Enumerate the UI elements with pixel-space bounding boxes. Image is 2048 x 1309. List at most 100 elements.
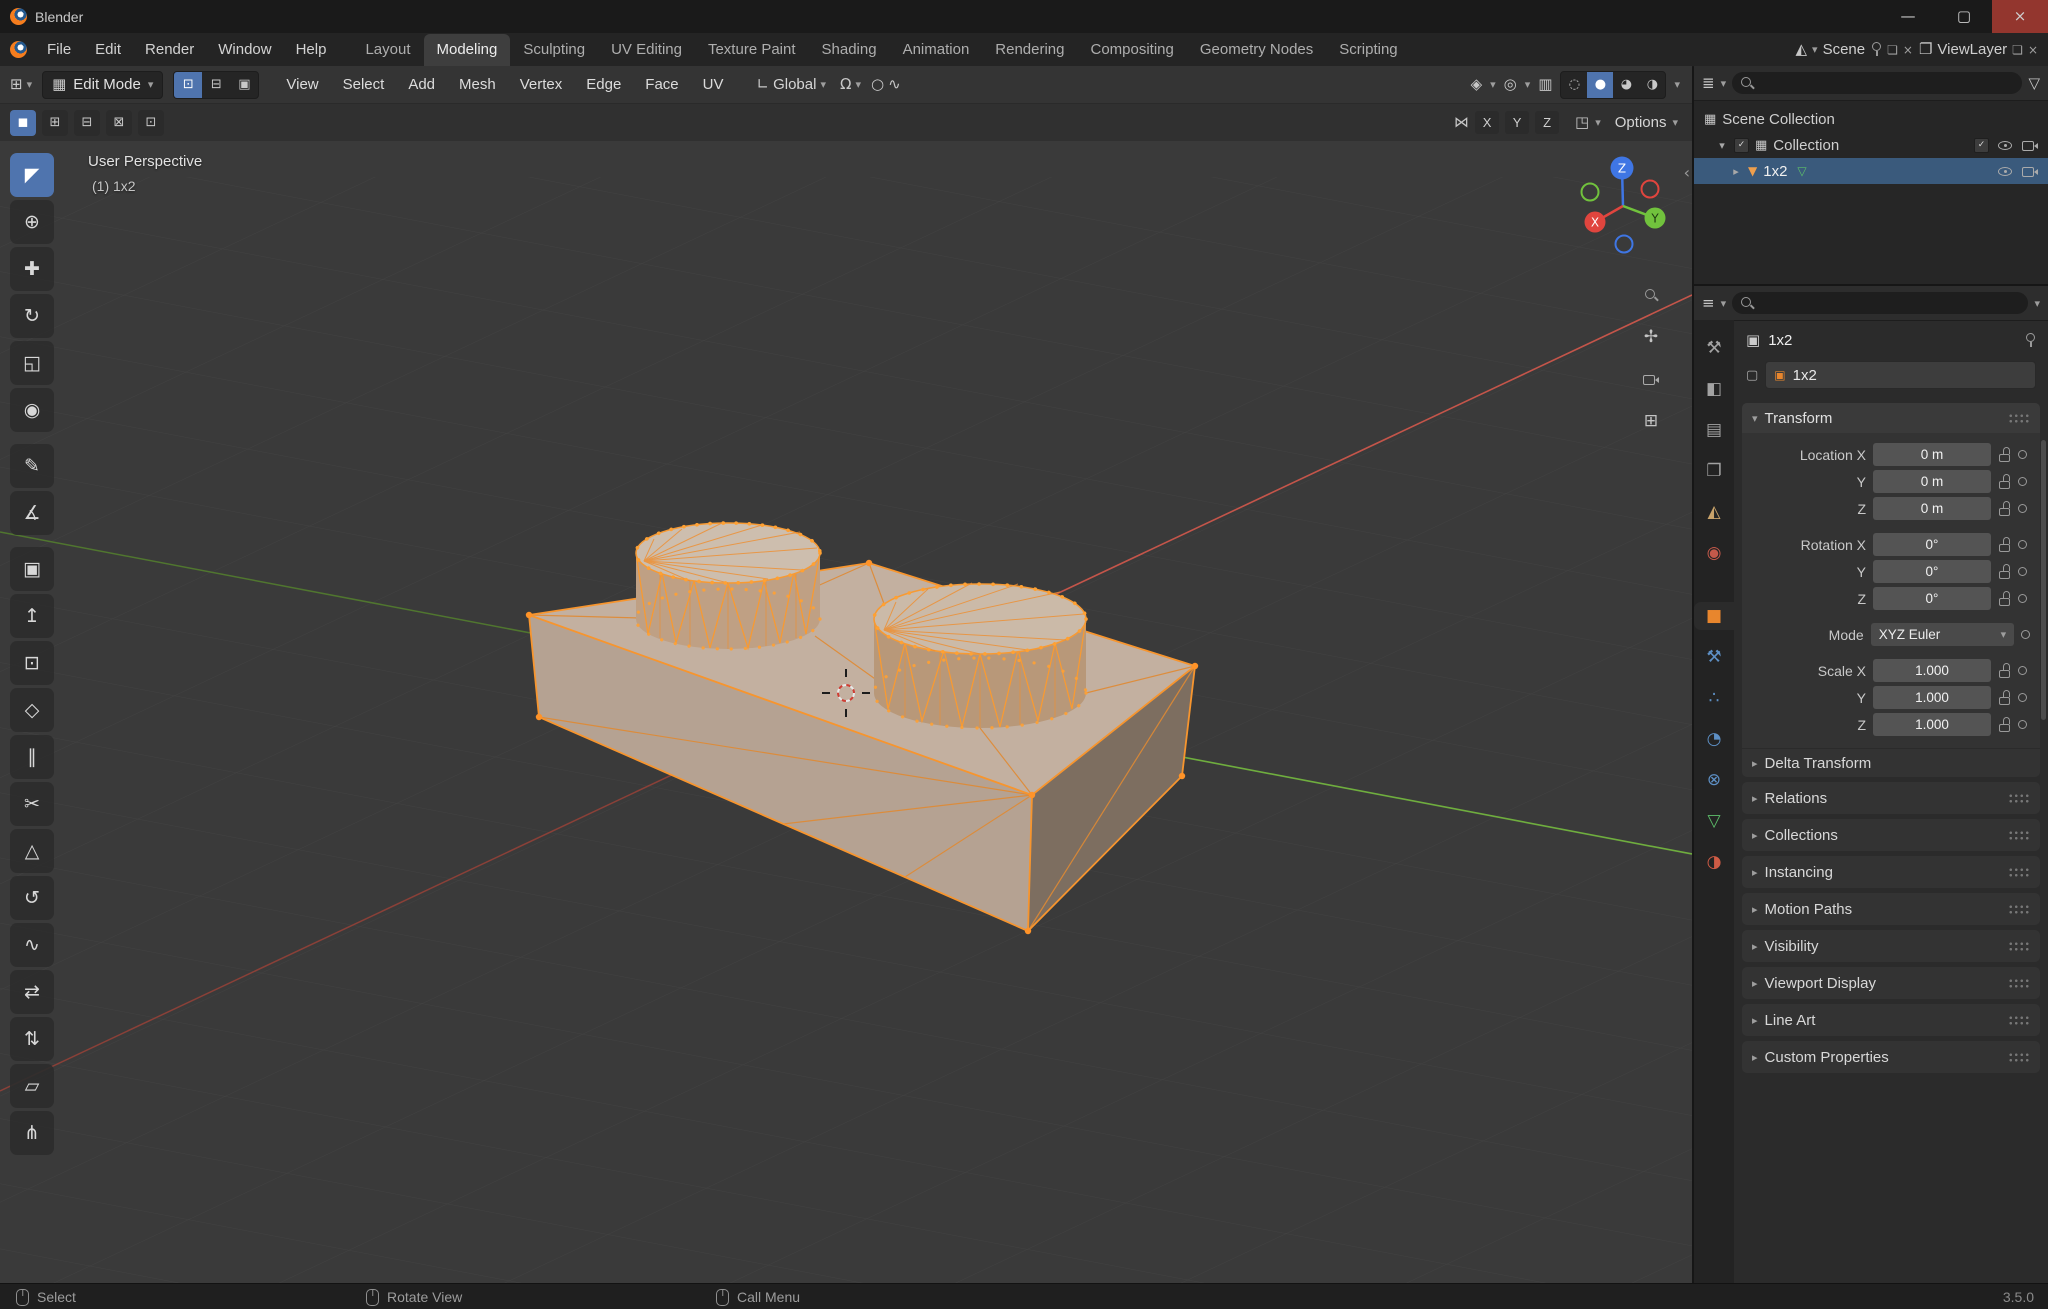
workspace-tab[interactable]: Sculpting [510, 34, 598, 66]
rip-region-tool[interactable]: ⋔ [10, 1111, 54, 1155]
value-field[interactable]: 0° [1873, 587, 1991, 610]
outliner-row-scene-collection[interactable]: ▦ Scene Collection [1694, 106, 2048, 132]
edge-select-mode-button[interactable]: ⊟ [202, 72, 230, 98]
lock-icon[interactable] [1998, 591, 2011, 606]
world-tab[interactable]: ◉ [1694, 539, 1734, 567]
animate-dot-icon[interactable] [2018, 450, 2027, 459]
drag-grip-icon[interactable] [2008, 413, 2030, 424]
select-invert-button[interactable]: ⊠ [106, 110, 132, 136]
scale-tool[interactable]: ◱ [10, 341, 54, 385]
select-box-tool[interactable]: ◤ [10, 153, 54, 197]
animate-dot-icon[interactable] [2018, 720, 2027, 729]
pan-button[interactable]: ✢ [1634, 320, 1668, 354]
section-custom-properties[interactable]: ▸ Custom Properties [1742, 1041, 2040, 1073]
workspace-tab[interactable]: Scripting [1326, 34, 1410, 66]
view-layer-tab[interactable]: ❐ [1694, 457, 1734, 485]
unlink-scene-icon[interactable]: × [1903, 44, 1913, 56]
eye-icon[interactable] [1998, 164, 2013, 179]
ortho-toggle-button[interactable]: ⊞ [1634, 404, 1668, 438]
tool-tab[interactable]: ⚒ [1694, 334, 1734, 362]
workspace-tab[interactable]: Modeling [424, 34, 511, 66]
section-visibility[interactable]: ▸ Visibility [1742, 930, 2040, 962]
viewport-menu-item[interactable]: View [275, 67, 329, 103]
scene-tab[interactable]: ◭ [1694, 498, 1734, 526]
section-motion-paths[interactable]: ▸ Motion Paths [1742, 893, 2040, 925]
lock-icon[interactable] [1998, 537, 2011, 552]
drag-grip-icon[interactable] [2008, 904, 2030, 915]
drag-grip-icon[interactable] [2008, 793, 2030, 804]
menubar-item[interactable]: Window [206, 33, 283, 66]
value-field[interactable]: 0 m [1873, 470, 1991, 493]
transform-tool[interactable]: ◉ [10, 388, 54, 432]
bevel-tool[interactable]: ◇ [10, 688, 54, 732]
disclosure-icon[interactable]: ▾ [1716, 140, 1728, 151]
menubar-item[interactable]: Edit [83, 33, 133, 66]
rendered-shading-button[interactable]: ◑ [1639, 72, 1665, 98]
select-intersect-button[interactable]: ⊡ [138, 110, 164, 136]
viewport-menu-item[interactable]: Edge [575, 67, 632, 103]
value-field[interactable]: 0 m [1873, 497, 1991, 520]
blender-menu-icon[interactable] [10, 41, 27, 58]
modifiers-tab[interactable]: ⚒ [1694, 643, 1734, 671]
properties-editor-icon[interactable]: ≡ [1702, 296, 1715, 311]
rotation-mode-dropdown[interactable]: XYZ Euler ▾ [1871, 623, 2014, 646]
delta-transform-subpanel[interactable]: ▸ Delta Transform [1742, 748, 2040, 777]
drag-grip-icon[interactable] [2008, 867, 2030, 878]
zoom-button[interactable] [1634, 278, 1668, 312]
menubar-item[interactable]: File [35, 33, 83, 66]
material-tab[interactable]: ◑ [1694, 848, 1734, 876]
section-relations[interactable]: ▸ Relations [1742, 782, 2040, 814]
value-field[interactable]: 1.000 [1873, 659, 1991, 682]
lock-icon[interactable] [1998, 501, 2011, 516]
mirror-x-button[interactable]: X [1475, 111, 1499, 134]
animate-dot-icon[interactable] [2021, 630, 2030, 639]
spin-tool[interactable]: ↺ [10, 876, 54, 920]
select-extend-button[interactable]: ⊞ [42, 110, 68, 136]
outliner-search-input[interactable] [1732, 72, 2022, 94]
snap-magnet-icon[interactable]: Ω [840, 77, 851, 92]
viewport-menu-item[interactable]: Add [397, 67, 446, 103]
animate-dot-icon[interactable] [2018, 594, 2027, 603]
section-viewport-display[interactable]: ▸ Viewport Display [1742, 967, 2040, 999]
drag-grip-icon[interactable] [2008, 978, 2030, 989]
axis-x-negative-ball[interactable] [1642, 181, 1659, 198]
section-line-art[interactable]: ▸ Line Art [1742, 1004, 2040, 1036]
solid-shading-button[interactable]: ● [1587, 72, 1613, 98]
viewport-menu-item[interactable]: UV [692, 67, 735, 103]
viewport-menu-item[interactable]: Mesh [448, 67, 507, 103]
outliner-editor-icon[interactable]: ≣ [1702, 76, 1715, 91]
camera-view-button[interactable] [1634, 362, 1668, 396]
viewport-menu-item[interactable]: Select [332, 67, 396, 103]
animate-dot-icon[interactable] [2018, 666, 2027, 675]
workspace-tab[interactable]: UV Editing [598, 34, 695, 66]
collection-render-checkbox[interactable]: ✓ [1974, 138, 1989, 153]
section-collections[interactable]: ▸ Collections [1742, 819, 2040, 851]
lock-icon[interactable] [1998, 717, 2011, 732]
drag-grip-icon[interactable] [2008, 830, 2030, 841]
collection-checkbox[interactable]: ✓ [1734, 138, 1749, 153]
annotate-tool[interactable]: ✎ [10, 444, 54, 488]
mirror-y-button[interactable]: Y [1505, 111, 1529, 134]
particles-tab[interactable]: ∴ [1694, 684, 1734, 712]
workspace-tab[interactable]: Texture Paint [695, 34, 809, 66]
physics-tab[interactable]: ◔ [1694, 725, 1734, 753]
axis-z-negative-ball[interactable] [1616, 236, 1633, 253]
new-scene-icon[interactable]: ❏ [1887, 44, 1898, 56]
lock-icon[interactable] [1998, 564, 2011, 579]
disclosure-icon[interactable]: ▸ [1730, 166, 1742, 177]
select-subtract-button[interactable]: ⊟ [74, 110, 100, 136]
properties-scrollbar[interactable] [2041, 440, 2046, 720]
value-field[interactable]: 0° [1873, 560, 1991, 583]
constraints-tab[interactable]: ⊗ [1694, 766, 1734, 794]
value-field[interactable]: 1.000 [1873, 713, 1991, 736]
animate-dot-icon[interactable] [2018, 567, 2027, 576]
transform-panel-header[interactable]: ▾ Transform [1742, 403, 2040, 433]
workspace-tab[interactable]: Compositing [1078, 34, 1187, 66]
vertex-select-mode-button[interactable]: ⊡ [174, 72, 202, 98]
cursor-tool[interactable]: ⊕ [10, 200, 54, 244]
close-button[interactable]: × [1992, 0, 2048, 33]
animate-dot-icon[interactable] [2018, 504, 2027, 513]
show-gizmo-icon[interactable]: ◈ [1471, 77, 1483, 92]
animate-dot-icon[interactable] [2018, 477, 2027, 486]
mode-selector[interactable]: ▦ Edit Mode ▾ [42, 71, 163, 99]
